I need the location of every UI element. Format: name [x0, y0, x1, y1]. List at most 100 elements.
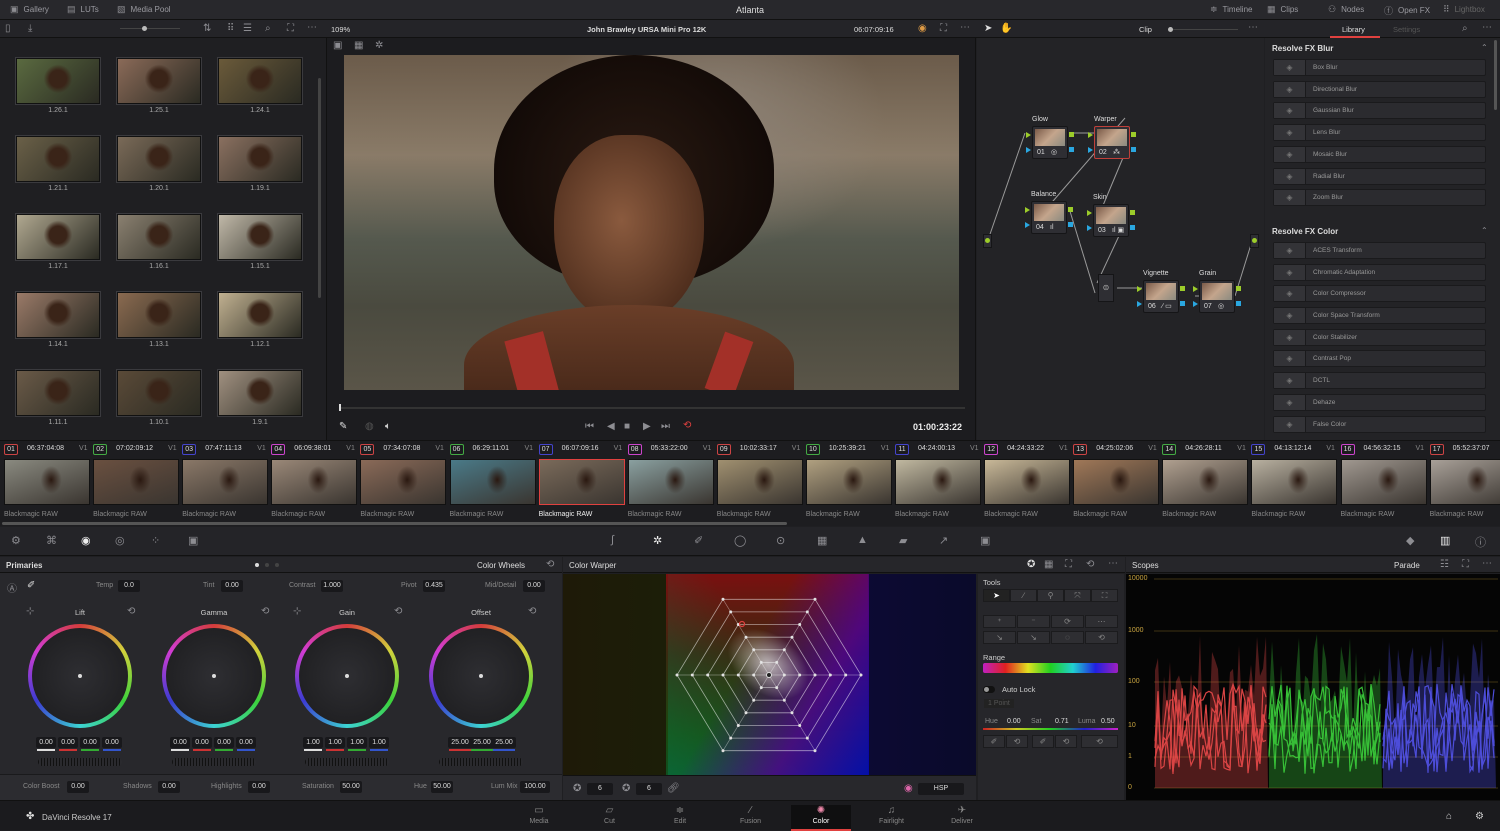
auto-lock-toggle[interactable] [983, 686, 995, 693]
more-icon[interactable]: ⋯ [960, 22, 970, 33]
fx-item[interactable]: ◈ ACES Transform [1273, 241, 1486, 259]
node-output[interactable] [1250, 234, 1259, 248]
reset-icon[interactable]: ⟲ [127, 606, 135, 617]
reset-icon[interactable]: ⟲ [1085, 631, 1118, 644]
thumbnail-size-slider[interactable] [120, 26, 180, 31]
color-warper-grid[interactable] [563, 574, 976, 775]
playhead-scrubber[interactable] [339, 404, 965, 411]
param-field-highlights[interactable]: 0.00 [248, 781, 270, 793]
more-icon[interactable]: ⋯ [1482, 22, 1492, 33]
clip-thumbnail[interactable] [716, 459, 803, 505]
gallery-scrollbar[interactable] [318, 78, 321, 298]
clip-thumbnail[interactable] [93, 459, 180, 505]
chroma-luma-icon[interactable]: ▦ [1044, 559, 1053, 570]
sat-reset-icon[interactable]: ⟲ [1055, 735, 1077, 748]
qualifier-icon[interactable]: ✐ [694, 534, 703, 547]
wheel-value[interactable]: 0.00 [192, 737, 212, 751]
color-space-dropdown[interactable]: HSP [918, 783, 964, 795]
wheel-value[interactable]: 1.00 [325, 737, 345, 751]
selected-control-point[interactable] [738, 620, 746, 628]
clip-thumbnail[interactable] [1073, 459, 1160, 505]
param-field-shadows[interactable]: 0.00 [158, 781, 180, 793]
node-alpha-output[interactable] [1068, 222, 1073, 227]
rotate-icon[interactable]: ⟳ [1051, 615, 1084, 628]
fx-item[interactable]: ◈ Zoom Blur [1273, 189, 1486, 207]
point-mode-dropdown[interactable]: 1 Point [984, 699, 1014, 708]
clip-name-dropdown[interactable]: John Brawley URSA Mini Pro 12K [587, 25, 706, 34]
pen-icon[interactable]: ∕ [1010, 589, 1037, 602]
wheel-puck[interactable] [345, 674, 349, 678]
node-alpha-output[interactable] [1236, 301, 1241, 306]
node-rgb-input[interactable] [1025, 207, 1030, 213]
luma-value[interactable]: 0.50 [1101, 718, 1115, 725]
wheel-value[interactable]: 0.00 [170, 737, 190, 751]
settings-icon[interactable]: ⚙ [1475, 811, 1484, 822]
color-warper-icon[interactable]: ✲ [653, 534, 662, 547]
expand-icon[interactable]: ⛶ [287, 23, 294, 34]
wheel-value[interactable]: 1.00 [347, 737, 367, 751]
node-rgb-output[interactable] [1130, 210, 1135, 215]
wheel-gain[interactable] [295, 624, 399, 728]
primaries-mode-dropdown[interactable]: Color Wheels [477, 561, 525, 570]
wheel-value[interactable]: 0.00 [80, 737, 100, 751]
node-alpha-input[interactable] [1088, 147, 1093, 153]
clip-thumbnail[interactable] [1429, 459, 1500, 505]
more-icon[interactable]: ⋯ [307, 22, 317, 33]
node-glow[interactable]: 01 ◎ [1032, 126, 1068, 159]
fx-item[interactable]: ◈ Lens Blur [1273, 124, 1486, 142]
gallery-still[interactable] [117, 136, 201, 182]
wheel-value[interactable]: 0.00 [102, 737, 122, 751]
tracker-icon[interactable]: ⊙ [776, 534, 785, 547]
fx-item[interactable]: ◈ Contrast Pop [1273, 350, 1486, 368]
page-deliver[interactable]: ✈ Deliver [932, 805, 992, 831]
fx-item[interactable]: ◈ Directional Blur [1273, 80, 1486, 98]
node-alpha-input[interactable] [1026, 147, 1031, 153]
more-icon[interactable]: ⋯ [1108, 558, 1118, 569]
node-alpha-output[interactable] [1131, 147, 1136, 152]
clip-thumbnail[interactable] [1162, 459, 1249, 505]
fullscreen-icon[interactable]: ⛶ [940, 23, 947, 34]
node-rgb-output[interactable] [1068, 207, 1073, 212]
param-field-temp[interactable]: 0.0 [118, 580, 140, 592]
clip-thumbnail[interactable] [538, 459, 625, 505]
add-point-icon[interactable]: ⁺ [983, 615, 1016, 628]
search-icon[interactable]: ⌕ [1462, 23, 1468, 34]
clip-thumbnail[interactable] [805, 459, 892, 505]
scopes-icon[interactable]: ▥ [1440, 534, 1450, 547]
wheel-offset[interactable] [429, 624, 533, 728]
parallel-mixer-node[interactable]: ⊜ [1098, 274, 1114, 302]
color-wheels-icon[interactable]: ◉ [81, 534, 91, 547]
wheel-value[interactable]: 1.00 [369, 737, 389, 751]
rgb-mixer-icon[interactable]: ◎ [115, 534, 125, 547]
expand-icon[interactable]: ⛶ [1462, 559, 1469, 570]
gallery-still[interactable] [117, 58, 201, 104]
node-rgb-output[interactable] [1069, 132, 1074, 137]
reset-icon[interactable]: ⟲ [261, 606, 269, 617]
window-icon[interactable]: ◯ [734, 534, 746, 547]
target-icon[interactable]: ◌ [1051, 631, 1084, 644]
node-rgb-output[interactable] [1180, 286, 1185, 291]
camera-raw-icon[interactable]: ⚙ [11, 534, 21, 547]
speaker-icon[interactable]: 🔈︎ [385, 421, 391, 432]
home-icon[interactable]: ⌂ [1446, 811, 1452, 822]
sizing-icon[interactable]: ↗ [939, 534, 948, 547]
more-icon[interactable]: ⋯ [1482, 558, 1492, 569]
node-alpha-input[interactable] [1137, 301, 1142, 307]
link-icon[interactable]: 🔗︎ [667, 783, 680, 794]
highlight-icon[interactable]: ✲ [375, 40, 383, 51]
warper-control-point[interactable] [813, 749, 817, 753]
tab-clips[interactable]: ▦ Clips [1267, 4, 1298, 15]
tab-settings[interactable]: Settings [1393, 25, 1420, 34]
wheel-puck[interactable] [78, 674, 82, 678]
hdr-icon[interactable]: ▣ [188, 534, 198, 547]
clip-thumbnail[interactable] [627, 459, 714, 505]
center-control-point[interactable] [766, 672, 772, 678]
param-field-pivot[interactable]: 0.435 [423, 580, 445, 592]
node-skin[interactable]: 03 ıl ▣ [1093, 204, 1129, 237]
select-icon[interactable]: ↘ [983, 631, 1016, 644]
page-color[interactable]: ✺ Color [791, 805, 851, 831]
step-back-icon[interactable]: ◀ [607, 421, 615, 432]
list-view-icon[interactable]: ☰ [243, 23, 252, 34]
node-rgb-output[interactable] [1131, 132, 1136, 137]
param-field-color-boost[interactable]: 0.00 [67, 781, 89, 793]
